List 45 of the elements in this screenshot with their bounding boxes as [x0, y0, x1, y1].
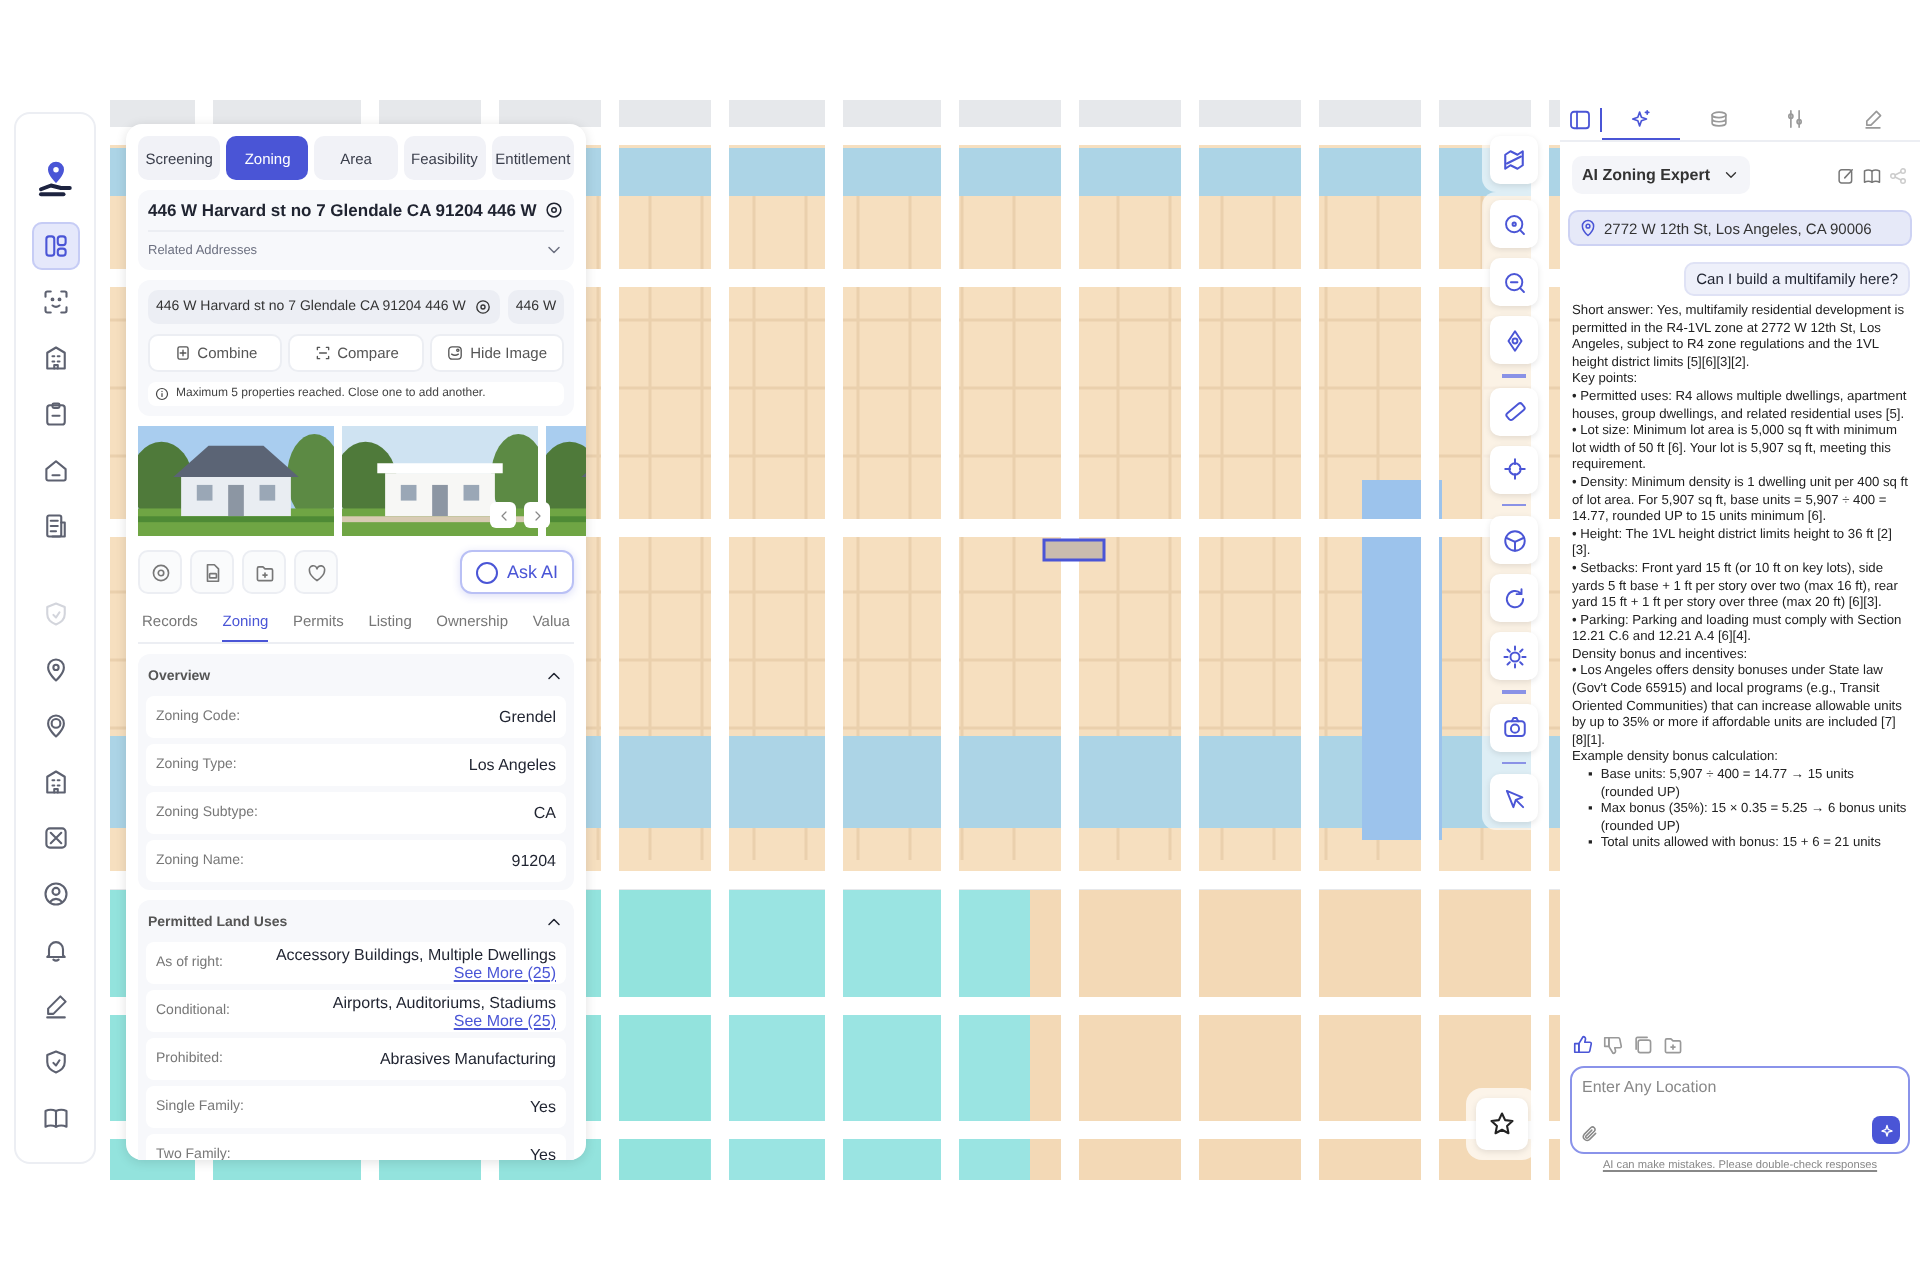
sidebar-toggle[interactable]	[1568, 108, 1602, 132]
copy-button[interactable]	[1632, 1034, 1654, 1056]
image-icon	[41, 824, 69, 852]
grid-icon	[41, 232, 69, 260]
assistant-dropdown[interactable]: AI Zoning Expert	[1572, 156, 1750, 194]
shield-icon	[41, 600, 69, 628]
sidebar-icon	[1568, 108, 1592, 132]
paperclip-icon	[1580, 1124, 1600, 1144]
pin-icon	[1578, 218, 1598, 238]
send-button[interactable]	[1872, 1116, 1900, 1144]
face-scan-icon	[41, 288, 69, 316]
sparkle-icon	[1629, 108, 1652, 130]
share-icon	[1888, 165, 1908, 185]
coins-icon	[1707, 108, 1730, 130]
building-icon	[41, 344, 69, 372]
folder-icon	[1662, 1034, 1684, 1056]
home-icon	[41, 456, 69, 484]
pin-icon	[41, 656, 69, 684]
shield-icon	[41, 1048, 69, 1076]
chevron-icon	[1722, 166, 1740, 184]
document-icon	[41, 512, 69, 540]
clipboard-icon	[41, 400, 69, 428]
sidebar-item[interactable]	[31, 222, 79, 270]
like-button[interactable]	[1572, 1034, 1594, 1056]
dislike-button[interactable]	[1602, 1034, 1624, 1056]
copy-icon	[1632, 1034, 1654, 1056]
book-icon	[1862, 165, 1882, 185]
sliders-icon	[1784, 108, 1807, 130]
thumbs-up-icon	[1572, 1034, 1594, 1056]
message-input[interactable]: Enter Any Location	[1570, 1066, 1910, 1154]
pencil-icon	[1862, 108, 1885, 130]
attach-button[interactable]	[1580, 1124, 1600, 1144]
building-icon	[41, 768, 69, 796]
bell-icon	[41, 936, 69, 964]
pencil-icon	[41, 992, 69, 1020]
book-button[interactable]	[1862, 165, 1882, 185]
book-icon	[41, 1104, 69, 1132]
sparkle-icon	[1877, 1121, 1895, 1139]
logo-icon	[35, 158, 75, 198]
pin-icon	[41, 712, 69, 740]
thumbs-down-icon	[1602, 1034, 1624, 1056]
save-button[interactable]	[1662, 1034, 1684, 1056]
person-icon	[41, 880, 69, 908]
edit-icon	[1836, 165, 1856, 185]
edit-button[interactable]	[1836, 165, 1856, 185]
